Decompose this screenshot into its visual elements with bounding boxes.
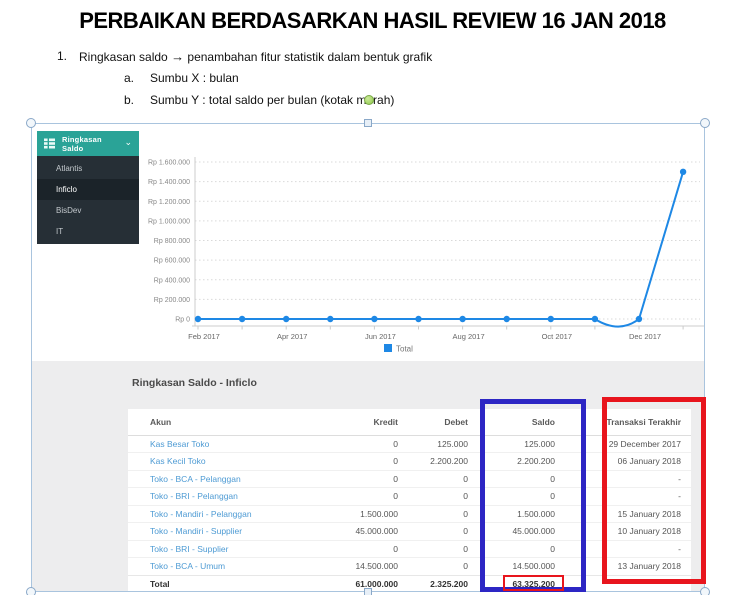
table-cell: 0 [408, 522, 478, 540]
account-link[interactable]: Toko - BCA - Pelanggan [128, 469, 308, 488]
chart-point [635, 315, 643, 323]
column-header: Kredit [308, 409, 408, 436]
sidebar: Atlantis Inficlo BisDev IT [37, 156, 139, 244]
chart-point [503, 315, 510, 323]
summary-title: Ringkasan Saldo - Inficlo [132, 377, 257, 389]
table-cell: 125.000 [437, 438, 468, 449]
sidebar-header-label: Ringkasan Saldo [62, 134, 102, 153]
selection-handle-top-right[interactable] [700, 118, 710, 128]
table-cell: 0 [408, 487, 478, 505]
chart-point [459, 315, 466, 323]
list-item-1: Ringkasan saldo → penambahan fitur stati… [79, 49, 432, 64]
chart-y-axis-label: Rp 200.000 [154, 297, 190, 304]
chart-y-axis-label: Rp 1.600.000 [148, 160, 190, 167]
table-cell: 0 [308, 469, 408, 488]
table-cell: Total [128, 574, 308, 591]
column-header: Akun [128, 409, 308, 436]
table-cell: 1.500.000 [308, 504, 408, 523]
list-item-1-pre: Ringkasan saldo [79, 50, 172, 64]
selection-handle-top-center[interactable] [364, 119, 372, 127]
selection-handle-bottom-right[interactable] [700, 587, 710, 595]
list-sub-a-label: a. [124, 71, 135, 85]
account-link[interactable]: Toko - BRI - Supplier [128, 539, 308, 558]
chart-point [238, 315, 246, 323]
table-cell: 0 [393, 438, 398, 449]
sidebar-item-bisdev[interactable]: BisDev [37, 200, 139, 221]
chart-x-axis-label: Apr 2017 [277, 332, 307, 341]
chart-point [371, 315, 378, 323]
chevron-down-icon: ⌄ [124, 137, 132, 147]
chart-point [591, 315, 599, 323]
table-cell: 0 [308, 539, 408, 558]
table-cell: 0 [408, 557, 478, 575]
chart-point [415, 315, 422, 323]
page-title: PERBAIKAN BERDASARKAN HASIL REVIEW 16 JA… [79, 8, 666, 33]
chart-point [679, 168, 687, 176]
account-link[interactable]: Toko - Mandiri - Pelanggan [128, 504, 308, 523]
table-cell: 0 [408, 504, 478, 523]
chart-point [283, 315, 290, 323]
list-number: 1. [57, 49, 68, 63]
table-cell: 61.000.000 [308, 574, 408, 591]
chart-x-axis-label: Aug 2017 [453, 332, 485, 341]
list-sub-b-label: b. [124, 93, 135, 107]
table-cell: 2.200.200 [408, 452, 478, 470]
chart-x-axis-label: Feb 2017 [188, 332, 220, 341]
account-link[interactable]: Toko - Mandiri - Supplier [128, 522, 308, 540]
chart-x-axis-label: Dec 2017 [629, 332, 661, 341]
chart-y-axis-label: Rp 1.400.000 [148, 179, 190, 186]
chart-point [327, 315, 334, 323]
table-cell: 14.500.000 [308, 557, 408, 575]
blue-highlight-rect [480, 399, 586, 592]
table-cell: 0 [408, 539, 478, 558]
sidebar-item-atlantis[interactable]: Atlantis [37, 158, 139, 179]
selection-handle-bottom-center[interactable] [364, 588, 372, 595]
sidebar-item-inficlo[interactable]: Inficlo [37, 179, 139, 200]
total-saldo-red-box [503, 575, 564, 591]
chart-y-axis-label: Rp 400.000 [154, 277, 190, 284]
legend-swatch [384, 344, 392, 352]
column-header: Debet [408, 409, 478, 436]
chart-y-axis-label: Rp 600.000 [154, 258, 190, 265]
account-link[interactable]: Kas Kecil Toko [128, 452, 308, 470]
table-cell: 0 [308, 452, 408, 470]
selection-handle-bottom-left[interactable] [26, 587, 36, 595]
account-link[interactable]: Toko - BCA - Umum [128, 557, 308, 575]
chart-y-axis-label: Rp 0 [175, 317, 190, 324]
table-cell: 0 [308, 487, 408, 505]
chart-y-axis-label: Rp 1.200.000 [148, 199, 190, 206]
account-link[interactable]: Toko - BRI - Pelanggan [128, 487, 308, 505]
chart-line [198, 171, 685, 328]
list-sub-a-text: Sumbu X : bulan [150, 71, 239, 85]
legend-label: Total [396, 345, 413, 354]
chart-point [547, 315, 554, 323]
account-link[interactable]: Kas Besar Toko [128, 435, 308, 453]
table-cell: 2.325.200 [408, 574, 478, 591]
document-page: PERBAIKAN BERDASARKAN HASIL REVIEW 16 JA… [0, 0, 745, 595]
list-item-1-post: penambahan fitur statistik dalam bentuk … [184, 50, 433, 64]
table-cell: 0 [408, 469, 478, 488]
list-sub-b-text: Sumbu Y : total saldo per bulan (kotak m… [150, 93, 395, 107]
red-highlight-rect [602, 397, 706, 584]
sidebar-header[interactable]: Ringkasan Saldo ⌄ [37, 131, 139, 156]
chart-y-axis-label: Rp 800.000 [154, 238, 190, 245]
arrow-icon: → [171, 49, 185, 64]
sidebar-item-it[interactable]: IT [37, 221, 139, 242]
chart-x-axis-label: Jun 2017 [365, 332, 396, 341]
table-cell: 45.000.000 [308, 522, 408, 540]
chart-x-axis-label: Oct 2017 [542, 332, 572, 341]
chart-y-axis-label: Rp 1.000.000 [148, 218, 190, 225]
rotation-handle[interactable] [364, 95, 374, 105]
menu-grid-icon [44, 138, 55, 149]
selection-handle-top-left[interactable] [26, 118, 36, 128]
chart-point [194, 315, 202, 323]
